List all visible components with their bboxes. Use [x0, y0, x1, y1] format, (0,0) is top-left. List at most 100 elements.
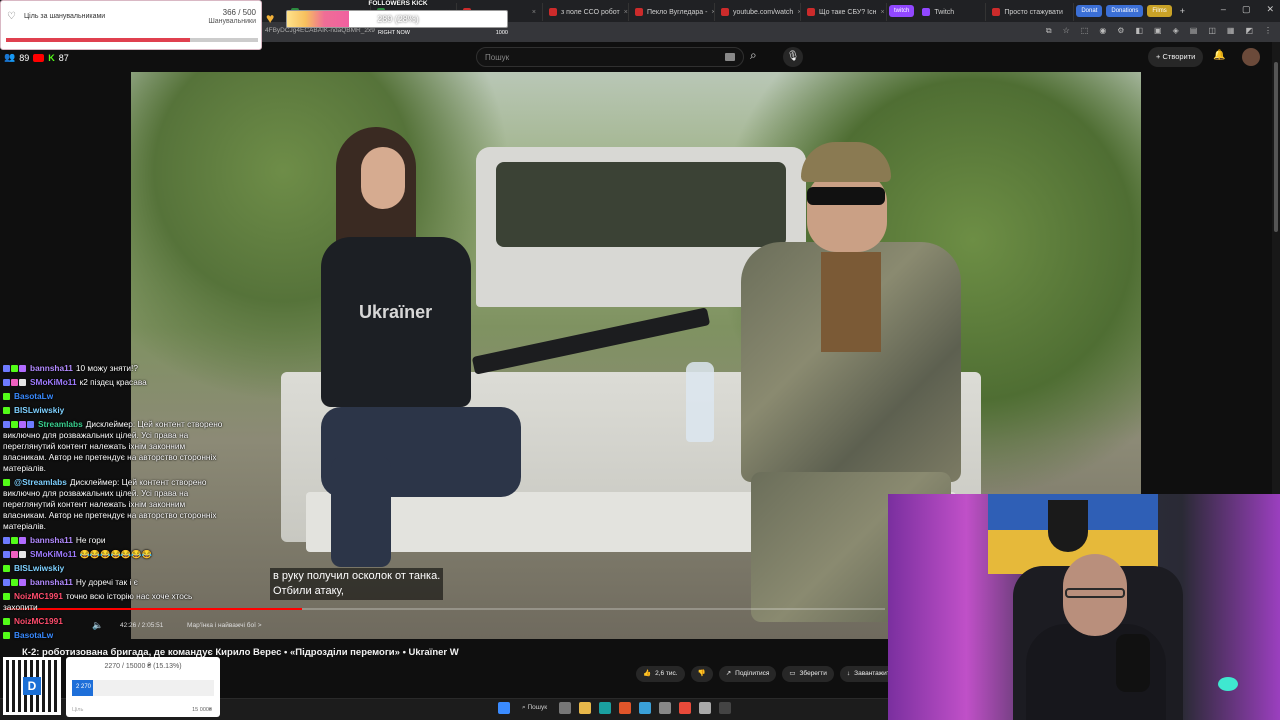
browser-tab[interactable]: youtube.com/watch × — [715, 3, 801, 21]
badge-icon — [3, 379, 10, 387]
edge-icon[interactable] — [599, 702, 612, 714]
share-label: Поділитися — [735, 670, 770, 677]
shirt-logo: Ukraїner — [359, 302, 433, 322]
close-tab-icon[interactable]: × — [624, 9, 628, 16]
chat-badges — [3, 535, 27, 546]
keyboard-icon[interactable] — [725, 53, 735, 61]
browser-tab[interactable]: Що таке СБУ? Існ × — [801, 3, 887, 21]
file-explorer-icon[interactable] — [579, 702, 592, 714]
chat-text: 10 можу зняти!? — [75, 363, 138, 373]
cast-icon[interactable]: ⧉ — [1046, 26, 1052, 36]
bell-icon[interactable]: 🔔 — [1213, 50, 1225, 61]
app-icon[interactable] — [659, 702, 672, 714]
browser-toolbar-icons: ⧉ ☆ ⬚ ◉ ⚙ ◧ ▣ ◈ ▤ ◫ ▦ ◩ ⋮ — [1046, 26, 1272, 36]
windows-start-icon[interactable] — [498, 702, 510, 714]
kick-icon: K — [48, 52, 55, 63]
lamp — [1218, 677, 1238, 691]
youtube-icon — [992, 8, 1001, 16]
tab-label: youtube.com/watch — [733, 8, 794, 16]
browser-tab[interactable]: Пекло Вугледара -× — [629, 3, 715, 21]
extension-icon[interactable]: ⬚ — [1081, 26, 1089, 36]
badge-icon — [3, 479, 10, 487]
chat-username: BISLwiwskiy — [14, 405, 65, 415]
avatar[interactable] — [1242, 48, 1260, 66]
minimize-button[interactable]: – — [1221, 4, 1226, 15]
create-button[interactable]: + Створити — [1148, 47, 1204, 67]
extension-icon[interactable]: ⚙ — [1117, 26, 1124, 36]
search-placeholder: Пошук — [485, 53, 510, 62]
chat-badges — [3, 616, 11, 627]
browser-tab[interactable]: з поле ССО робот × — [543, 3, 629, 21]
badge-icon — [11, 421, 18, 429]
badge-icon — [3, 421, 10, 429]
close-tab-icon[interactable]: × — [532, 9, 536, 16]
bookmark-films[interactable]: Films — [1147, 5, 1172, 17]
viewer-counts: 👥 89 K 87 — [4, 52, 69, 63]
microphone-icon[interactable]: 🎙 — [783, 47, 803, 67]
obs-icon[interactable] — [719, 702, 732, 714]
extension-icon[interactable]: ◩ — [1245, 26, 1253, 36]
badge-icon — [19, 551, 26, 559]
like-count: 2,6 тис. — [655, 670, 678, 677]
extension-icon[interactable]: ▤ — [1190, 26, 1198, 36]
tab-stazhuvaty[interactable]: Просто стажувати — [986, 3, 1075, 21]
chat-text: Не гори — [75, 535, 106, 545]
search-input[interactable]: Пошук — [476, 47, 744, 67]
badge-icon — [3, 551, 10, 559]
extension-icon[interactable]: ◫ — [1208, 26, 1216, 36]
like-button[interactable]: 👍 2,6 тис. — [636, 666, 685, 682]
chat-username: SMoKiMo11 — [30, 377, 77, 387]
extension-icon[interactable]: ▣ — [1154, 26, 1162, 36]
extension-icon[interactable]: ◧ — [1135, 26, 1143, 36]
share-button[interactable]: ↗ Поділитися — [718, 666, 777, 682]
chat-username: Streamlabs — [38, 419, 83, 429]
followers-kick-max: 1000 — [495, 30, 508, 36]
extension-icon[interactable]: ◉ — [1099, 26, 1106, 36]
dislike-button[interactable]: 👎 — [690, 666, 713, 682]
close-window-button[interactable]: ✕ — [1266, 4, 1274, 15]
star-icon[interactable]: ☆ — [1063, 26, 1070, 36]
badge-icon — [19, 365, 26, 373]
firefox-icon[interactable] — [619, 702, 632, 714]
save-button[interactable]: ▭ Зберегти — [782, 666, 834, 682]
badge-icon — [19, 537, 26, 545]
settings-icon[interactable] — [699, 702, 712, 714]
bookmark-donations[interactable]: Donations — [1106, 5, 1144, 17]
taskbar-search[interactable]: ⌕ Пошук — [518, 704, 551, 712]
chat-badges — [3, 549, 27, 560]
extension-icon[interactable]: ◈ — [1173, 26, 1179, 36]
viewer-count-kick: 87 — [58, 52, 69, 63]
menu-dots-icon[interactable]: ⋮ — [1264, 26, 1272, 36]
tab-label: Twitch — [934, 8, 955, 16]
close-tab-icon[interactable]: × — [880, 9, 884, 16]
tab-twitch[interactable]: Twitch — [916, 3, 987, 21]
badge-icon — [27, 421, 34, 429]
task-view-icon[interactable] — [559, 702, 572, 714]
extension-icon[interactable]: ▦ — [1227, 26, 1235, 36]
new-tab-button[interactable]: + — [1180, 6, 1185, 16]
telegram-icon[interactable] — [639, 702, 652, 714]
tab-twitch-pill[interactable]: twitch — [889, 5, 915, 17]
chat-badges — [3, 405, 11, 416]
twitch-icon — [922, 8, 931, 16]
maximize-button[interactable]: ▢ — [1242, 4, 1251, 15]
badge-icon — [19, 421, 26, 429]
qr-code: D — [3, 657, 61, 715]
donation-goal-text: 2270 / 15000 ₴ (15.13%) — [104, 663, 182, 670]
search-icon[interactable]: ⌕ — [750, 48, 757, 63]
chat-username: bannsha11 — [30, 363, 73, 373]
badge-icon — [3, 407, 10, 415]
bookmark-donat[interactable]: Donat — [1076, 5, 1103, 17]
chat-username: SMoKiMo11 — [30, 549, 77, 559]
tab-favicon-icon — [549, 8, 557, 16]
chat-badges — [3, 563, 11, 574]
t-shirt — [821, 252, 881, 352]
followers-kick-widget: FOLLOWERS KICK 289 (28%) RIGHT NOW 1000 — [286, 0, 510, 38]
chrome-icon[interactable] — [679, 702, 692, 714]
chat-message: BasotaLw — [3, 391, 228, 402]
badge-icon — [11, 537, 18, 545]
chat-badges — [3, 377, 27, 388]
chat-message: Streamlabs Дисклеймер: Цей контент створе… — [3, 419, 228, 474]
subtitle-line: Отбили атаку, — [273, 585, 344, 597]
scroll-thumb[interactable] — [1274, 62, 1278, 232]
